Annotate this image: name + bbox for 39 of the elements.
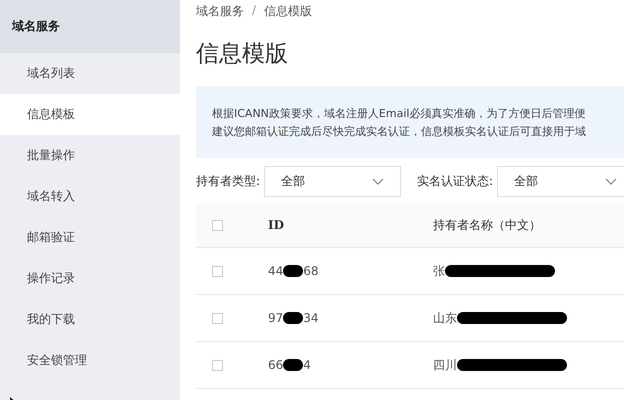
chevron-down-icon	[605, 178, 618, 185]
notice-text: 建议您邮箱认证完成后尽快完成实名认证，信息模板实名认证后可直接用于域	[212, 124, 587, 138]
column-header: 持有者名称（中文）	[433, 216, 541, 234]
sidebar-item[interactable]: 我的下载	[0, 299, 180, 340]
redaction-mark	[283, 265, 304, 277]
filter-dropdown[interactable]: 全部	[264, 166, 402, 197]
select-all-checkbox[interactable]	[212, 220, 223, 230]
redaction-mark	[283, 312, 304, 324]
id-cell: 4	[303, 358, 311, 372]
id-cell: 44	[268, 264, 284, 278]
filter-label: 持有者类型:	[196, 173, 260, 190]
name-cell: 张	[433, 262, 445, 280]
filter-dropdown[interactable]: 全部	[497, 166, 624, 197]
id-cell: 34	[303, 311, 319, 325]
sidebar-item[interactable]: 域名列表	[0, 53, 180, 94]
row-checkbox[interactable]	[212, 360, 223, 370]
chevron-down-icon	[372, 178, 384, 185]
id-cell: 68	[303, 264, 319, 278]
page-title: 信息模版	[196, 40, 289, 69]
breadcrumb-link[interactable]: 信息模版	[264, 3, 312, 20]
sidebar-item[interactable]: 域名转入	[0, 176, 180, 217]
id-cell: 97	[268, 311, 284, 325]
sidebar-item[interactable]: 邮箱验证	[0, 217, 180, 258]
breadcrumb-link[interactable]: 域名服务	[196, 3, 244, 20]
name-cell: 山东	[433, 310, 457, 326]
id-cell: 66	[268, 358, 284, 372]
row-checkbox[interactable]	[212, 266, 223, 276]
sidebar-title: 域名服务	[0, 0, 180, 53]
column-header: ID	[268, 218, 286, 232]
sidebar-item[interactable]: 信息模板	[0, 94, 180, 135]
notice-text: 根据ICANN政策要求，域名注册人Email必须真实准确，为了方便日后管理便	[212, 106, 586, 120]
sidebar-item[interactable]: 操作记录	[0, 258, 180, 299]
sidebar-item[interactable]: 批量操作	[0, 135, 180, 176]
sidebar-item[interactable]: 安全锁管理	[0, 340, 180, 381]
redaction-mark	[283, 359, 304, 371]
breadcrumb-separator: /	[252, 3, 256, 19]
filter-label: 实名认证状态:	[417, 173, 494, 190]
name-cell: 四川	[433, 356, 457, 374]
row-checkbox[interactable]	[212, 312, 223, 324]
